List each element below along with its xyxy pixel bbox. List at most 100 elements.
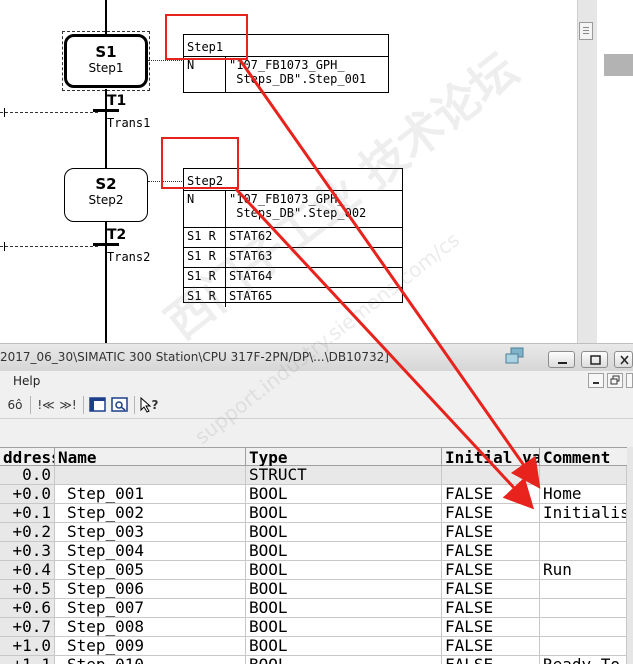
menu-help[interactable]: Help — [13, 374, 40, 388]
cell-initial-value[interactable]: FALSE — [442, 561, 540, 579]
scrollbar-thumb[interactable] — [579, 22, 593, 40]
cell-name[interactable]: Step_001 — [55, 485, 246, 503]
action-row[interactable]: S1 R STAT62 — [184, 228, 402, 248]
transition-number: T2 — [107, 227, 127, 243]
cell-initial-value[interactable]: FALSE — [442, 618, 540, 636]
table-vertical-scrollbar[interactable] — [627, 447, 633, 664]
cell-type[interactable]: BOOL — [246, 580, 442, 598]
cell-type[interactable]: BOOL — [246, 637, 442, 655]
cell-address: +0.2 — [0, 523, 55, 541]
cell-comment[interactable]: Ready To I — [540, 656, 627, 664]
cell-initial-value[interactable]: FALSE — [442, 580, 540, 598]
action-row[interactable]: S1 R STAT64 — [184, 268, 402, 288]
mdi-close-button[interactable] — [626, 373, 633, 388]
overview-icon[interactable] — [111, 396, 129, 414]
cell-initial-value[interactable]: FALSE — [442, 504, 540, 522]
cell-initial-value[interactable]: FALSE — [442, 599, 540, 617]
cell-address: +1.1 — [0, 656, 55, 664]
cell-initial-value[interactable]: FALSE — [442, 542, 540, 560]
menu-bar — [0, 371, 633, 391]
cell-comment[interactable]: Run — [540, 561, 627, 579]
action-qualifier: S1 R — [184, 248, 226, 267]
table-row[interactable]: +0.2 Step_003 BOOL FALSE — [0, 523, 627, 542]
cell-initial-value[interactable]: FALSE — [442, 485, 540, 503]
cell-comment[interactable]: Initialise — [540, 504, 627, 522]
cell-initial-value[interactable]: FALSE — [442, 523, 540, 541]
annotation-highlight-step1 — [165, 14, 248, 60]
cell-type[interactable]: BOOL — [246, 485, 442, 503]
mdi-restore-button[interactable] — [607, 373, 623, 388]
action-row[interactable]: N "107_FB1073_GPH_ Steps_DB".Step_001 — [184, 57, 388, 92]
cell-name[interactable]: Step_009 — [55, 637, 246, 655]
cell-address: +0.0 — [0, 485, 55, 503]
toolbar-separator — [134, 396, 135, 414]
glasses-icon[interactable]: 6ô — [4, 396, 26, 414]
cell-comment[interactable] — [540, 523, 627, 541]
cell-name — [55, 466, 246, 484]
cell-comment[interactable] — [540, 637, 627, 655]
column-header-name[interactable]: Name — [55, 448, 246, 467]
action-qualifier: S1 R — [184, 228, 226, 247]
cell-address: +1.0 — [0, 637, 55, 655]
cell-type[interactable]: BOOL — [246, 618, 442, 636]
cell-type[interactable]: BOOL — [246, 656, 442, 664]
column-header-initial-value[interactable]: Initial value — [442, 448, 540, 467]
window-layout-icon[interactable] — [89, 396, 107, 414]
close-button[interactable] — [614, 351, 633, 368]
cell-comment[interactable] — [540, 599, 627, 617]
cell-type[interactable]: BOOL — [246, 542, 442, 560]
table-row[interactable]: +0.7 Step_008 BOOL FALSE — [0, 618, 627, 637]
sequence-line — [105, 0, 107, 34]
cell-name[interactable]: Step_003 — [55, 523, 246, 541]
cell-comment[interactable]: Home — [540, 485, 627, 503]
vertical-scrollbar[interactable] — [577, 0, 597, 343]
cell-name[interactable]: Step_006 — [55, 580, 246, 598]
minimize-button[interactable] — [548, 351, 575, 368]
table-row[interactable]: +0.5 Step_006 BOOL FALSE — [0, 580, 627, 599]
cell-name[interactable]: Step_005 — [55, 561, 246, 579]
cell-type[interactable]: BOOL — [246, 504, 442, 522]
table-row[interactable]: +1.1 Step_010 BOOL FALSE Ready To I — [0, 656, 627, 664]
graph-editor-pane[interactable]: S1 Step1 T1 Trans1 S2 Step2 T2 Trans2 St… — [0, 0, 633, 343]
mdi-minimize-button[interactable] — [588, 373, 604, 388]
cell-initial-value[interactable]: FALSE — [442, 656, 540, 664]
cell-comment[interactable] — [540, 618, 627, 636]
cell-name[interactable]: Step_008 — [55, 618, 246, 636]
cell-name[interactable]: Step_002 — [55, 504, 246, 522]
cell-address: +0.7 — [0, 618, 55, 636]
table-row[interactable]: +1.0 Step_009 BOOL FALSE — [0, 637, 627, 656]
transition-t2[interactable] — [93, 243, 119, 246]
action-row[interactable]: S1 R STAT65 — [184, 288, 402, 307]
column-header-type[interactable]: Type — [246, 448, 442, 467]
cell-initial-value[interactable]: FALSE — [442, 637, 540, 655]
last-icon[interactable]: ≫! — [57, 396, 79, 414]
maximize-button[interactable] — [581, 351, 608, 368]
action-value: STAT63 — [229, 249, 273, 263]
cell-initial-value — [442, 466, 540, 484]
cell-type[interactable]: BOOL — [246, 561, 442, 579]
table-row[interactable]: +0.0 Step_001 BOOL FALSE Home — [0, 485, 627, 504]
cell-type[interactable]: BOOL — [246, 523, 442, 541]
window-tiles-icon[interactable] — [505, 347, 525, 365]
cell-comment[interactable] — [540, 580, 627, 598]
table-row[interactable]: +0.4 Step_005 BOOL FALSE Run — [0, 561, 627, 580]
step-s1[interactable]: S1 Step1 — [64, 34, 148, 88]
cell-name[interactable]: Step_004 — [55, 542, 246, 560]
first-icon[interactable]: !≪ — [35, 396, 57, 414]
step-s2[interactable]: S2 Step2 — [64, 168, 148, 222]
cell-comment[interactable] — [540, 542, 627, 560]
cell-type[interactable]: BOOL — [246, 599, 442, 617]
action-value: "107_FB1073_GPH_ Steps_DB".Step_002 — [229, 192, 367, 220]
cell-address: +0.4 — [0, 561, 55, 579]
table-row[interactable]: +0.1 Step_002 BOOL FALSE Initialise — [0, 504, 627, 523]
cell-name[interactable]: Step_010 — [55, 656, 246, 664]
table-row[interactable]: +0.6 Step_007 BOOL FALSE — [0, 599, 627, 618]
column-header-comment[interactable]: Comment — [540, 448, 627, 467]
action-row[interactable]: N "107_FB1073_GPH_ Steps_DB".Step_002 — [184, 191, 402, 228]
table-row[interactable]: +0.3 Step_004 BOOL FALSE — [0, 542, 627, 561]
action-row[interactable]: S1 R STAT63 — [184, 248, 402, 268]
table-row[interactable]: 0.0 STRUCT — [0, 466, 627, 485]
cell-name[interactable]: Step_007 — [55, 599, 246, 617]
column-header-address[interactable]: ddress — [0, 448, 55, 467]
transition-t1[interactable] — [93, 109, 119, 112]
